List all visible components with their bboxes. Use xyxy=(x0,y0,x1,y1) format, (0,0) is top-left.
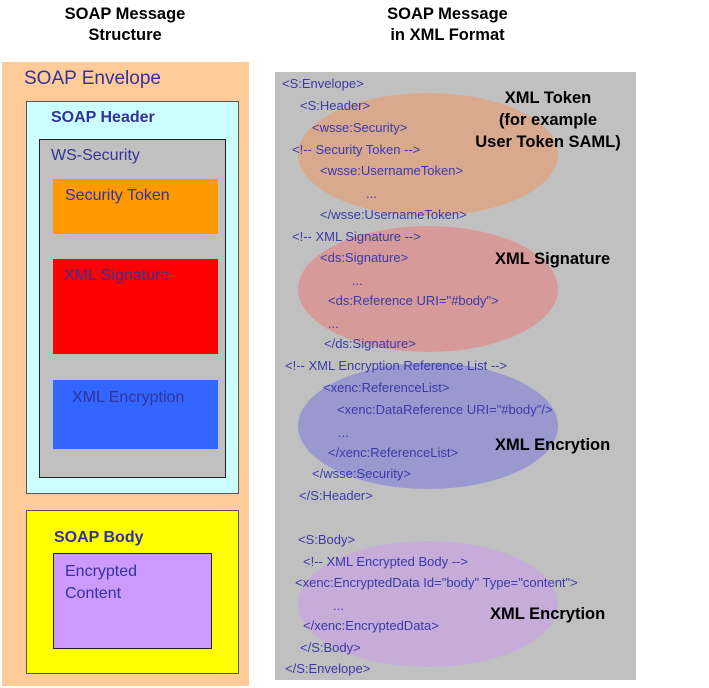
xml-line: </xenc:EncryptedData> xyxy=(303,618,439,633)
token-annotation-line-1: XML Token xyxy=(504,89,592,107)
xml-line: <xenc:ReferenceList> xyxy=(323,380,450,395)
xml-line: <!-- XML Signature --> xyxy=(292,229,421,244)
right-title-line-1: SOAP Message xyxy=(387,5,508,23)
xml-line: <S:Envelope> xyxy=(282,76,364,91)
xml-line: <ds:Reference URI="#body"> xyxy=(328,293,499,308)
encrypted-content-label: Encrypted Content xyxy=(65,561,137,605)
token-annotation-line-3: User Token SAML) xyxy=(475,133,621,151)
xml-line: </S:Header> xyxy=(299,488,373,503)
xml-line: ... xyxy=(338,425,349,440)
xml-line: <S:Body> xyxy=(298,532,356,547)
right-title: SOAP Message in XML Format xyxy=(275,4,620,46)
xml-line: ... xyxy=(328,316,339,331)
xml-line: </xenc:ReferenceList> xyxy=(328,445,459,460)
signature-annotation: XML Signature xyxy=(495,250,611,268)
encryption-body-annotation: XML Encrytion xyxy=(490,605,606,623)
xml-line: <!-- Security Token --> xyxy=(292,142,421,157)
left-title: SOAP Message Structure xyxy=(0,4,250,46)
left-title-line-2: Structure xyxy=(88,26,162,44)
xml-line: <xenc:DataReference URI="#body"/> xyxy=(337,402,553,417)
xml-line: <wsse:UsernameToken> xyxy=(320,163,464,178)
xml-line: <xenc:EncryptedData Id="body" Type="cont… xyxy=(295,575,578,590)
token-annotation: XML Token (for example User Token SAML) xyxy=(458,87,638,153)
xml-line: ... xyxy=(352,273,363,288)
encrypted-content-line-1: Encrypted xyxy=(65,563,138,580)
left-title-line-1: SOAP Message xyxy=(64,5,186,23)
right-title-line-2: in XML Format xyxy=(390,26,505,44)
xml-line: <wsse:Security> xyxy=(312,120,408,135)
xml-line: </wsse:UsernameToken> xyxy=(320,207,467,222)
ws-security-label: WS-Security xyxy=(51,147,140,164)
xml-line: <S:Header> xyxy=(300,98,371,113)
xml-encryption-label: XML Encryption xyxy=(72,389,185,406)
signature-highlight-ellipse xyxy=(298,226,558,352)
encryption-header-annotation: XML Encrytion xyxy=(495,436,611,454)
soap-header-label: SOAP Header xyxy=(51,109,155,126)
soap-body-label: SOAP Body xyxy=(54,529,144,546)
xml-line: ... xyxy=(333,598,344,613)
security-token-label: Security Token xyxy=(65,187,170,204)
xml-line: ... xyxy=(366,186,377,201)
soap-envelope-label: SOAP Envelope xyxy=(24,68,161,89)
xml-line: </S:Envelope> xyxy=(285,661,371,676)
xml-line: <!-- XML Encryption Reference List --> xyxy=(285,358,508,373)
encrypted-content-line-2: Content xyxy=(65,585,122,602)
xml-line: </S:Body> xyxy=(300,640,361,655)
token-annotation-line-2: (for example xyxy=(498,111,598,129)
xml-signature-label: XML Signature xyxy=(64,267,170,284)
xml-line: </ds:Signature> xyxy=(324,336,416,351)
xml-line: </wsse:Security> xyxy=(312,466,411,481)
xml-line: <!-- XML Encrypted Body --> xyxy=(303,554,468,569)
xml-line: <ds:Signature> xyxy=(320,250,409,265)
